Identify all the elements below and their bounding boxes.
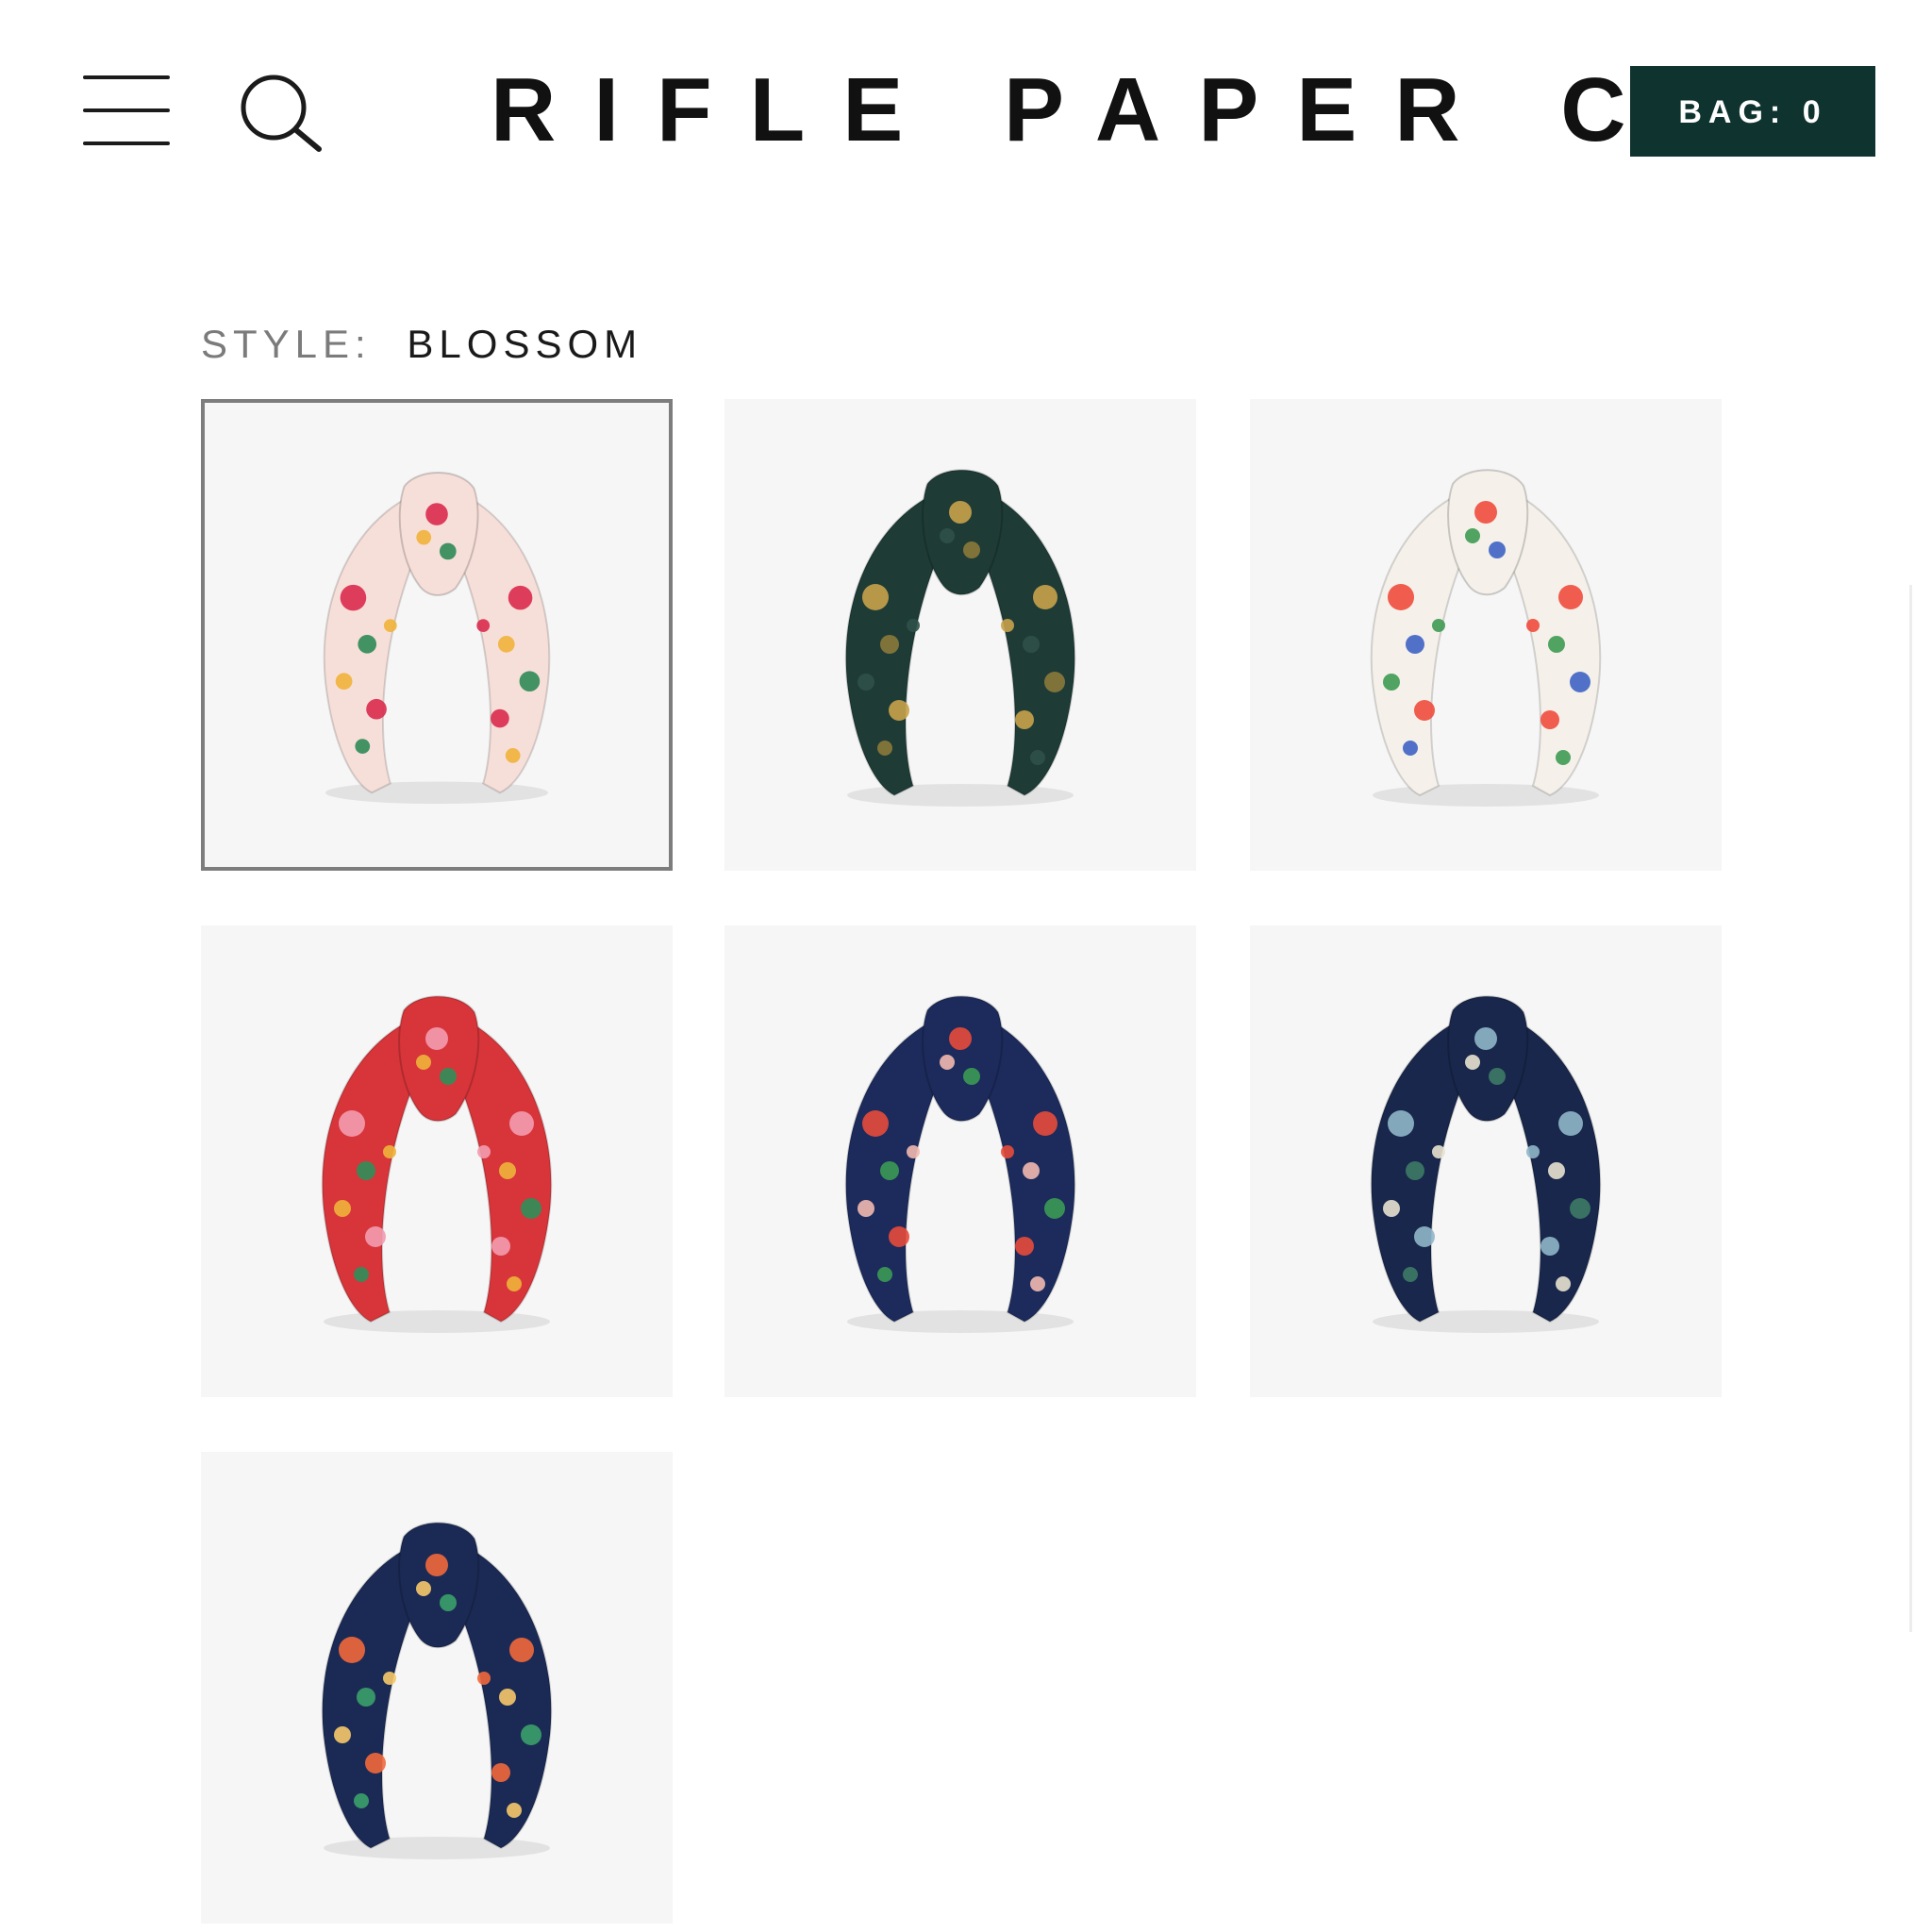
menu-line <box>83 142 170 145</box>
style-label: STYLE: <box>201 322 372 366</box>
menu-line <box>83 75 170 79</box>
menu-line <box>83 108 170 112</box>
headband-image <box>844 469 1076 807</box>
headband-image <box>321 995 553 1333</box>
style-swatch[interactable] <box>201 399 673 871</box>
headband-image <box>323 472 551 805</box>
headband-image <box>1370 469 1602 807</box>
search-icon[interactable] <box>238 72 325 153</box>
style-swatch[interactable] <box>201 1452 673 1924</box>
brand-logo[interactable]: RIFLE PAPER CO. <box>491 58 1797 162</box>
headband-image <box>844 995 1076 1333</box>
style-swatch[interactable] <box>724 925 1196 1397</box>
selected-style-value: BLOSSOM <box>407 322 643 366</box>
site-header: RIFLE PAPER CO. BAG: 0 <box>0 0 1915 208</box>
style-swatch[interactable] <box>1250 399 1722 871</box>
headband-image <box>321 1522 553 1859</box>
bag-button[interactable]: BAG: 0 <box>1630 66 1875 157</box>
hamburger-menu-icon[interactable] <box>83 75 170 145</box>
style-selector-heading: STYLE: BLOSSOM <box>201 319 642 370</box>
headband-image <box>1370 995 1602 1333</box>
page-scrollbar[interactable] <box>1909 585 1912 1632</box>
style-swatch[interactable] <box>201 925 673 1397</box>
style-swatch[interactable] <box>1250 925 1722 1397</box>
style-swatch[interactable] <box>724 399 1196 871</box>
